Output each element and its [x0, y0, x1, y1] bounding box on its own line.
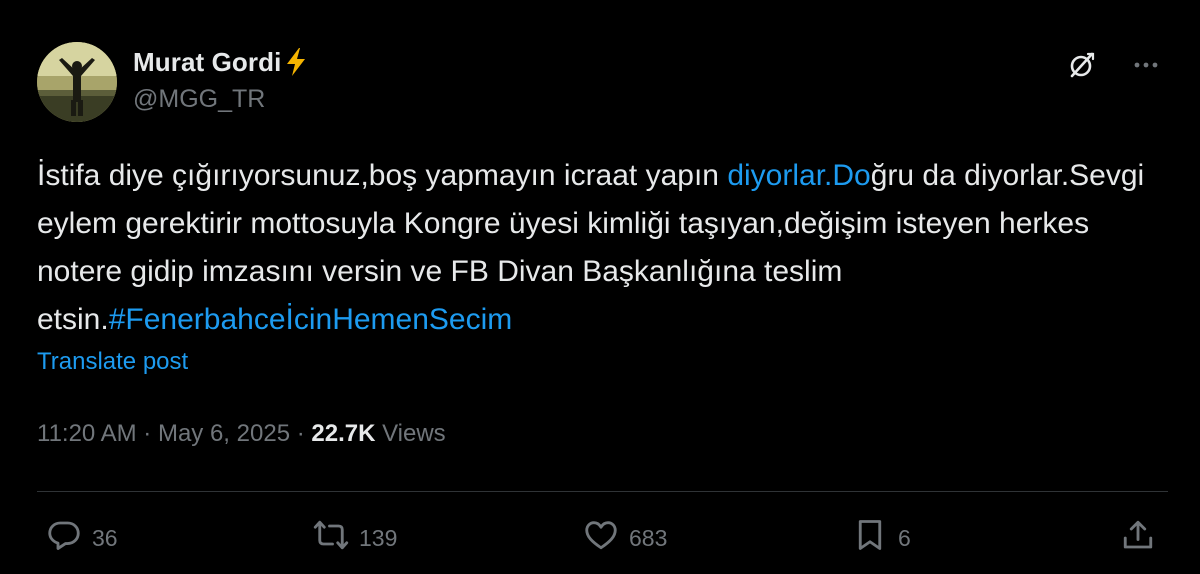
- repost-button[interactable]: 139: [313, 512, 397, 564]
- post-text-segment: İstifa diye çığırıyorsunuz,boş yapmayın …: [37, 159, 728, 192]
- post-link[interactable]: diyorlar.Do: [727, 159, 870, 192]
- divider: [37, 491, 1168, 492]
- author-name-row[interactable]: Murat Gordi: [133, 44, 309, 80]
- author-handle[interactable]: @MGG_TR: [133, 85, 265, 114]
- more-icon[interactable]: [1126, 45, 1166, 85]
- like-count: 683: [629, 524, 668, 551]
- reply-icon: [46, 517, 82, 559]
- meta-separator: ·: [290, 420, 312, 447]
- post-meta: 11:20 AM · May 6, 2025 · 22.7K Views: [37, 420, 446, 448]
- translate-post-link[interactable]: Translate post: [37, 348, 188, 376]
- post-time[interactable]: 11:20 AM: [37, 420, 137, 448]
- avatar[interactable]: [37, 42, 117, 122]
- avatar-photo: [37, 42, 117, 122]
- post-date[interactable]: May 6, 2025: [158, 420, 290, 448]
- repost-icon: [313, 517, 349, 559]
- share-button[interactable]: [1120, 512, 1156, 564]
- bookmark-count: 6: [898, 524, 911, 551]
- header-actions: [1062, 45, 1166, 85]
- hashtag-link[interactable]: #FenerbahceİcinHemenSecim: [109, 303, 513, 336]
- views-count[interactable]: 22.7K: [311, 420, 375, 448]
- heart-icon: [583, 517, 619, 559]
- share-icon: [1120, 517, 1156, 559]
- bookmark-icon: [852, 517, 888, 559]
- grok-icon[interactable]: [1062, 45, 1102, 85]
- like-button[interactable]: 683: [583, 512, 667, 564]
- reply-count: 36: [92, 524, 118, 551]
- repost-count: 139: [359, 524, 398, 551]
- tweet-card: Murat Gordi @MGG_TR İstifa diye çığırıyo…: [0, 0, 1200, 574]
- post-body: İstifa diye çığırıyorsunuz,boş yapmayın …: [37, 152, 1157, 344]
- reply-button[interactable]: 36: [46, 512, 118, 564]
- action-bar: 36 139 683 6: [0, 512, 1200, 564]
- meta-separator: ·: [136, 420, 158, 447]
- bookmark-button[interactable]: 6: [852, 512, 911, 564]
- author-display-name[interactable]: Murat Gordi: [133, 47, 281, 78]
- views-label: Views: [375, 420, 446, 447]
- lightning-bolt-icon: [283, 46, 309, 78]
